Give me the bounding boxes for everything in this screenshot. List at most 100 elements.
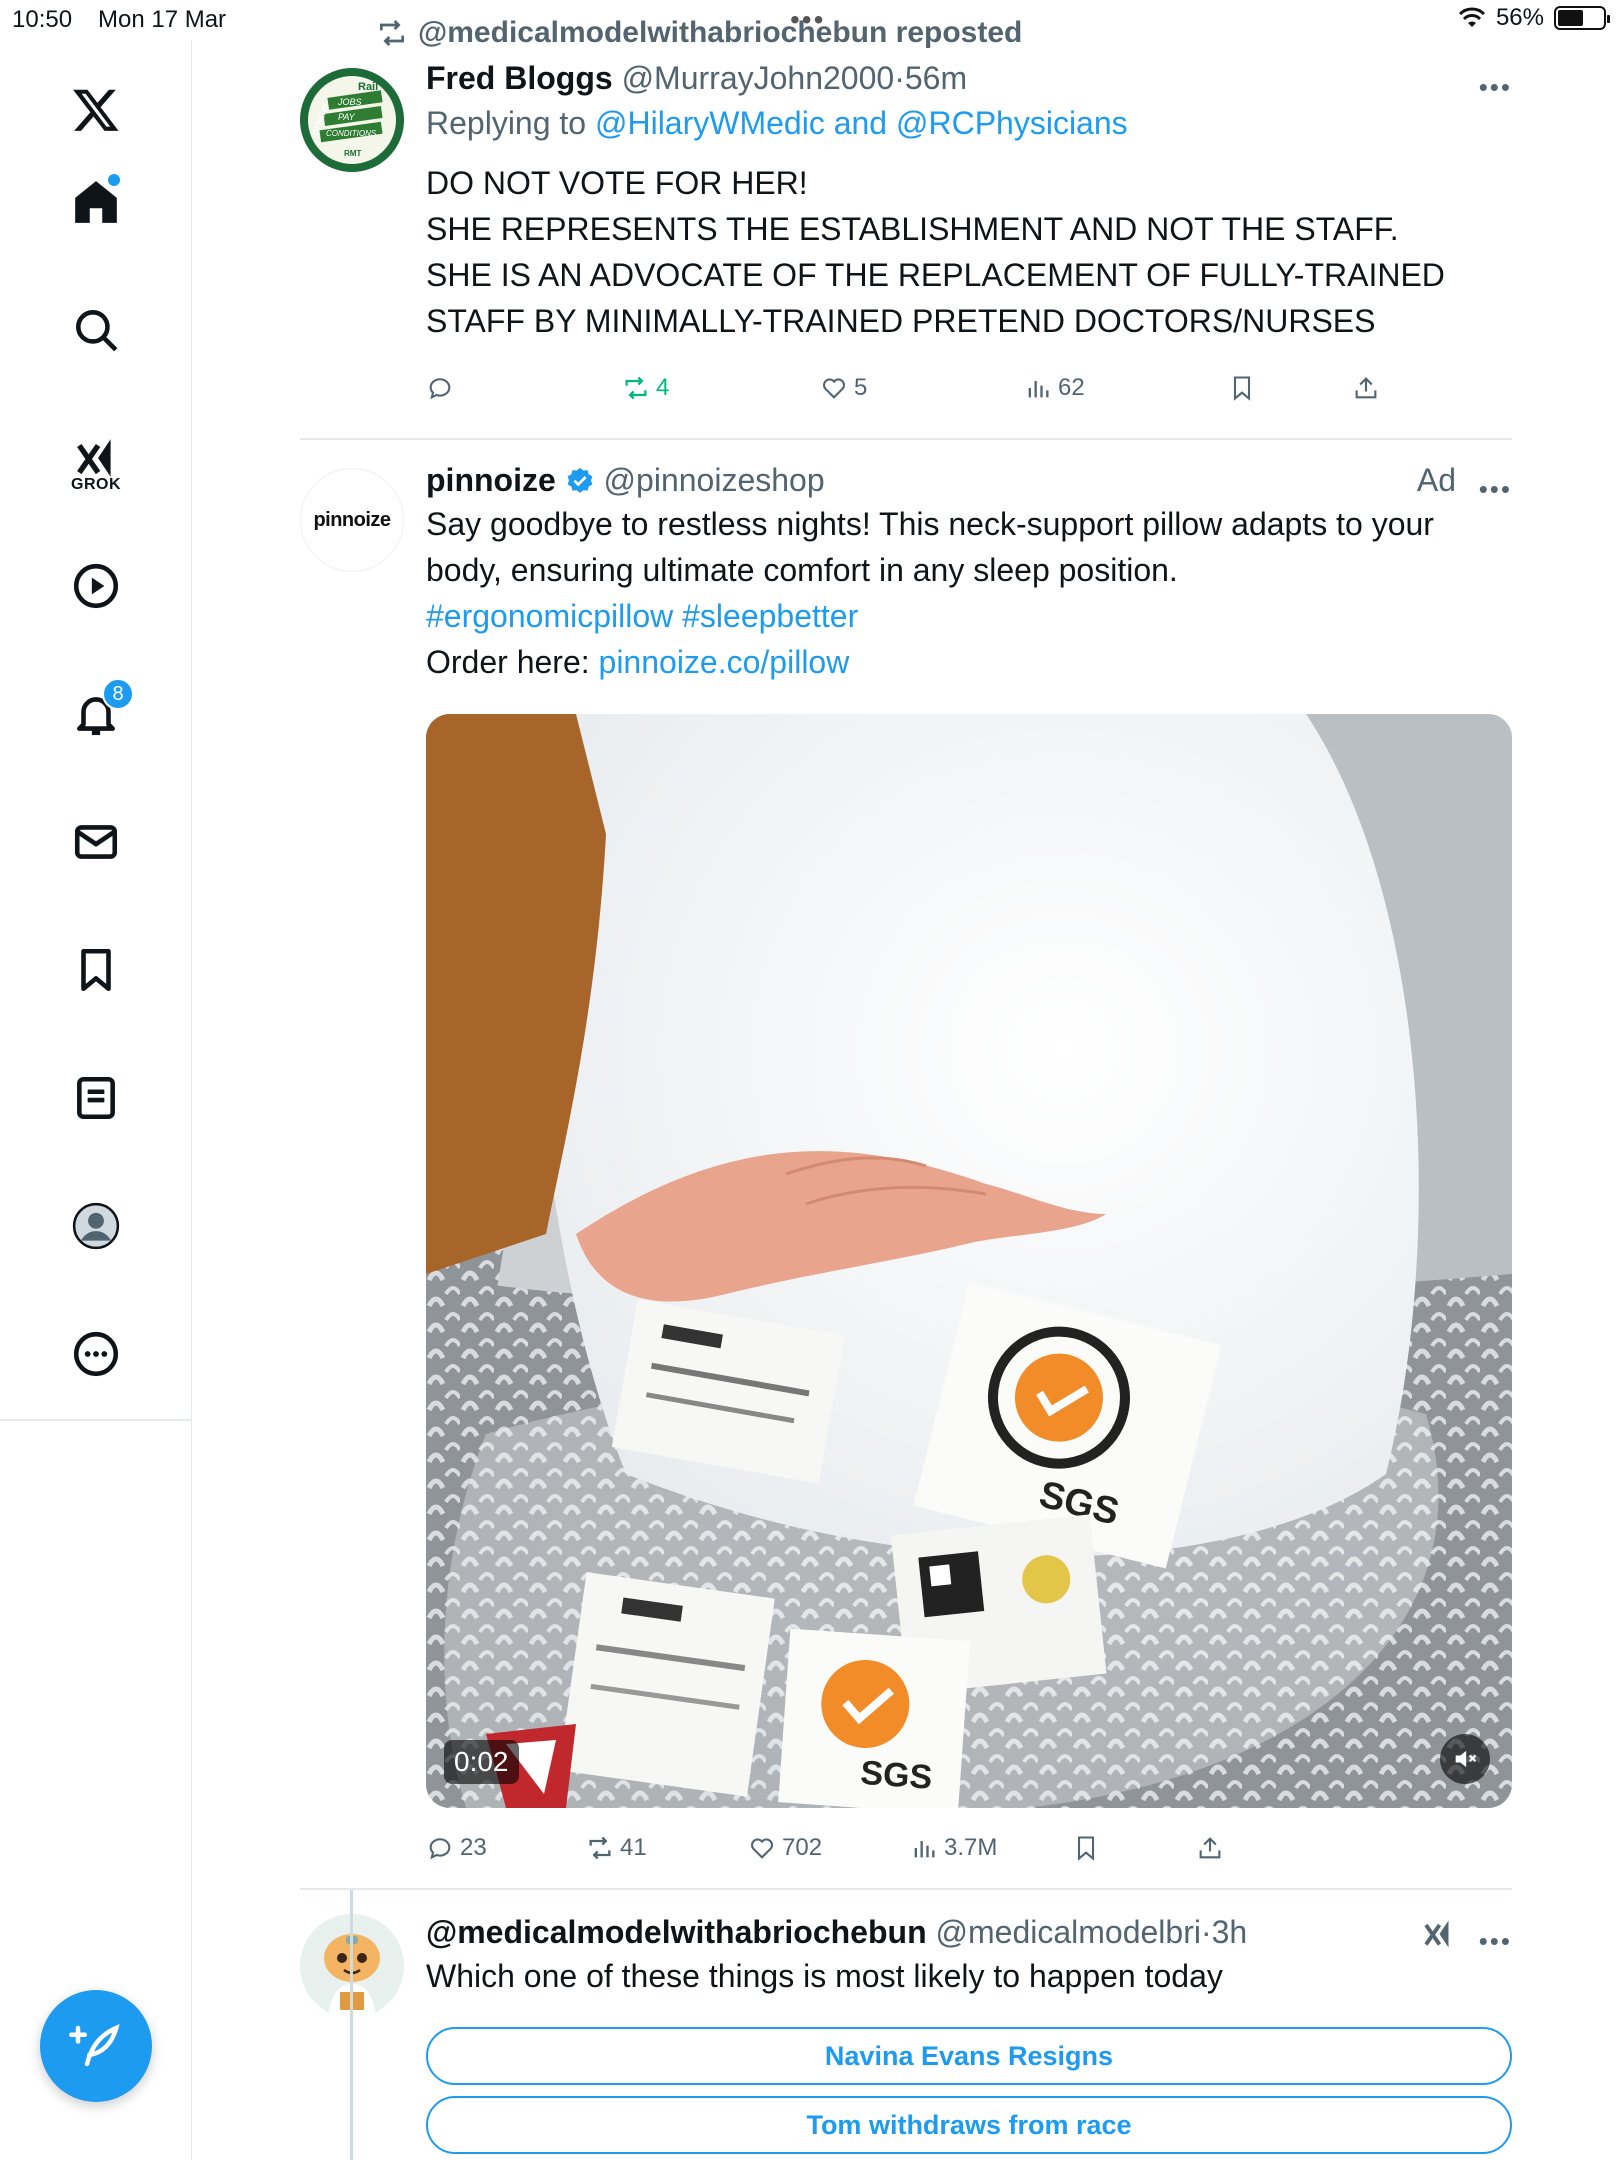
heart-icon (822, 378, 846, 399)
compose-feather-icon (69, 2024, 120, 2067)
bookmark-icon (81, 948, 111, 992)
repost-button[interactable]: 4 (622, 374, 669, 402)
replying-to: Replying to @HilaryWMedic and @RCPhysici… (426, 105, 1128, 141)
share-icon (1355, 377, 1377, 399)
reply-icon (429, 378, 451, 400)
svg-text:CONDITIONS: CONDITIONS (326, 129, 377, 138)
svg-text:Rail: Rail (358, 81, 378, 93)
reply-count: 23 (460, 1834, 487, 1861)
status-time: 10:50 (12, 6, 73, 33)
nav-lists[interactable] (56, 1058, 136, 1138)
notifications-badge: 8 (102, 678, 134, 710)
play-icon (73, 563, 119, 609)
verified-badge-icon (567, 467, 593, 493)
author-handle[interactable]: @MurrayJohn2000 (622, 60, 895, 96)
bookmark-button[interactable] (1072, 1834, 1100, 1862)
more-options-icon[interactable]: ••• (1479, 1926, 1512, 1957)
share-button[interactable] (1196, 1834, 1224, 1862)
avatar-fred-bloggs[interactable]: Rail DEFEND JOBS PAY CONDITIONS RMT (300, 68, 404, 172)
nav-explore[interactable] (56, 290, 136, 370)
rmt-logo: Rail DEFEND JOBS PAY CONDITIONS RMT (300, 68, 404, 172)
like-button[interactable]: 5 (820, 374, 867, 402)
nav-home[interactable] (56, 162, 136, 242)
video-timestamp: 0:02 (444, 1740, 519, 1784)
replying-to-users[interactable]: @HilaryWMedic and @RCPhysicians (595, 105, 1128, 141)
hashtags[interactable]: #ergonomicpillow #sleepbetter (426, 593, 1512, 639)
reply-button[interactable]: 23 (426, 1834, 487, 1862)
repost-button[interactable]: 41 (586, 1834, 647, 1862)
tweet-pinnoize-ad[interactable]: pinnoize @pinnoizeshop Ad ••• Say goodby… (426, 462, 1512, 685)
thread-connector (350, 1890, 353, 2160)
repost-context[interactable]: @medicalmodelwithabriochebun reposted (376, 16, 1022, 50)
grok-icon[interactable] (1420, 1916, 1456, 1952)
tweet-text: Say goodbye to restless nights! This nec… (426, 501, 1512, 685)
repost-icon (380, 20, 404, 46)
share-button[interactable] (1352, 374, 1380, 402)
author-handle[interactable]: @medicalmodelbri (936, 1914, 1201, 1950)
views-count: 3.7M (944, 1834, 998, 1861)
repost-icon (589, 1836, 611, 1860)
repost-icon (625, 376, 647, 400)
tweet-header: Fred Bloggs @MurrayJohn2000·56m (426, 60, 968, 96)
svg-text:SGS: SGS (859, 1754, 933, 1797)
sidebar: GROK 8 (0, 40, 192, 2160)
tweet-header: @medicalmodelwithabriochebun @medicalmod… (426, 1914, 1248, 1950)
repost-count: 4 (656, 374, 670, 401)
home-unread-dot (108, 174, 120, 186)
mute-button[interactable] (1440, 1734, 1490, 1784)
share-icon (1199, 1837, 1221, 1859)
mail-icon (74, 825, 118, 859)
views-count: 62 (1058, 374, 1085, 401)
nav-bookmarks[interactable] (56, 930, 136, 1010)
author-name[interactable]: Fred Bloggs (426, 60, 613, 96)
nav-profile[interactable] (56, 1186, 136, 1266)
heart-icon (750, 1838, 774, 1859)
views-bar-icon (1028, 381, 1049, 398)
views-bar-icon (914, 1841, 935, 1858)
x-logo-icon[interactable] (56, 70, 136, 150)
like-count: 5 (854, 374, 868, 401)
tweet-actions: 4 5 62 (426, 370, 1512, 406)
timeline: @medicalmodelwithabriochebun reposted Ra… (192, 0, 1620, 2160)
grok-label: GROK (71, 476, 121, 493)
nav-notifications[interactable]: 8 (56, 674, 136, 754)
nav-messages[interactable] (56, 802, 136, 882)
reply-icon (429, 1838, 451, 1860)
ad-video[interactable]: SGS SGS 0:02 (426, 714, 1512, 1808)
author-name[interactable]: @medicalmodelwithabriochebun (426, 1914, 927, 1950)
bookmark-icon (1077, 1836, 1095, 1861)
avatar-pinnoize[interactable]: pinnoize (300, 468, 404, 572)
ad-label: Ad (1416, 462, 1456, 498)
reply-button[interactable] (426, 374, 454, 402)
like-button[interactable]: 702 (748, 1834, 822, 1862)
bookmark-icon (1233, 376, 1251, 401)
views-button[interactable]: 3.7M (910, 1834, 997, 1862)
svg-text:PAY: PAY (338, 112, 356, 122)
author-name[interactable]: pinnoize (426, 462, 556, 498)
tweet-actions: 23 41 702 3.7M (426, 1830, 1512, 1866)
nav-more[interactable] (56, 1314, 136, 1394)
svg-text:RMT: RMT (344, 149, 361, 158)
tweet-text: Which one of these things is most likely… (426, 1958, 1223, 1994)
pinnoize-logo-text: pinnoize (313, 508, 391, 531)
more-options-icon[interactable]: ••• (1479, 72, 1512, 103)
list-icon (77, 1076, 115, 1120)
bookmark-button[interactable] (1228, 374, 1256, 402)
tweet-time[interactable]: 3h (1212, 1914, 1248, 1950)
sidebar-divider (0, 1419, 192, 1421)
tweet-time[interactable]: 56m (905, 60, 967, 96)
like-count: 702 (782, 1834, 823, 1861)
tweet-fred-bloggs[interactable]: Fred Bloggs @MurrayJohn2000·56m ••• Repl… (426, 60, 1512, 344)
order-link[interactable]: pinnoize.co/pillow (599, 644, 850, 680)
more-options-icon[interactable]: ••• (1479, 474, 1512, 505)
pillow-video-frame: SGS SGS (426, 714, 1512, 1808)
tweet-medicalmodel-poll[interactable]: @medicalmodelwithabriochebun @medicalmod… (426, 1914, 1512, 1999)
views-button[interactable]: 62 (1024, 374, 1085, 402)
author-handle[interactable]: @pinnoizeshop (604, 462, 825, 498)
search-icon (76, 310, 118, 352)
more-circle-icon (73, 1331, 119, 1377)
compose-button[interactable] (40, 1990, 152, 2102)
nav-videos[interactable] (56, 546, 136, 626)
poll-option-2[interactable]: Tom withdraws from race (426, 2096, 1512, 2154)
poll-option-1[interactable]: Navina Evans Resigns (426, 2027, 1512, 2085)
